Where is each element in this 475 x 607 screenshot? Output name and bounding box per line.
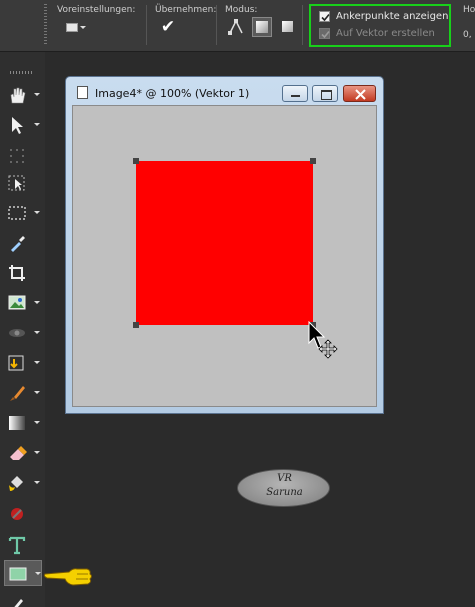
apply-label: Übernehmen:	[155, 5, 217, 15]
mode-fill-button[interactable]	[278, 17, 298, 37]
close-button[interactable]	[343, 85, 376, 102]
pick-tool[interactable]	[4, 112, 42, 138]
watermark-logo: VR Saruna	[237, 469, 330, 507]
red-eye-tool[interactable]	[4, 320, 42, 346]
preset-swatch-icon	[66, 23, 78, 32]
show-anchor-points-checkbox[interactable]	[319, 11, 330, 22]
move-cursor-icon	[318, 339, 338, 359]
divider	[216, 5, 217, 45]
mode-edit-icon[interactable]	[226, 17, 246, 37]
red-rectangle-shape[interactable]	[136, 161, 313, 325]
retouch-icon	[11, 508, 23, 520]
anchor-handle-top-right[interactable]	[310, 158, 316, 164]
minimize-button[interactable]	[282, 85, 308, 102]
image-tool[interactable]	[4, 290, 42, 316]
object-select-tool[interactable]	[4, 170, 42, 196]
clone-brush-icon	[8, 355, 24, 371]
retouch-tool[interactable]	[4, 500, 42, 526]
divider	[146, 5, 147, 45]
rectangle-shape-icon	[9, 567, 27, 581]
chevron-down-icon	[34, 391, 40, 394]
window-title: Image4* @ 100% (Vektor 1)	[95, 87, 250, 100]
chevron-down-icon	[80, 26, 86, 29]
tool-options-bar: Voreinstellungen: Übernehmen: ✔ Modus: A…	[0, 0, 475, 52]
fill-tool[interactable]	[4, 470, 42, 496]
fill-icon	[9, 476, 23, 491]
create-on-vector-label: Auf Vektor erstellen	[336, 28, 435, 39]
gradient-icon	[9, 416, 25, 430]
pick-arrow-icon	[12, 117, 23, 134]
paint-brush-tool[interactable]	[4, 380, 42, 406]
chevron-down-icon	[34, 301, 40, 304]
watermark-line1: VR	[277, 473, 292, 484]
clone-brush-tool[interactable]	[4, 350, 42, 376]
dropper-tool[interactable]	[4, 230, 42, 256]
mode-draw-button[interactable]	[252, 17, 272, 37]
show-anchor-points-option[interactable]: Ankerpunkte anzeigen	[319, 11, 448, 22]
apply-check-button[interactable]: ✔	[157, 16, 179, 38]
image-document-window[interactable]: Image4* @ 100% (Vektor 1)	[65, 76, 384, 414]
checkmark-icon: ✔	[160, 17, 176, 37]
selection-tool[interactable]	[4, 200, 42, 226]
image-icon	[8, 295, 26, 310]
pen-icon	[14, 599, 23, 607]
create-on-vector-option: Auf Vektor erstellen	[319, 28, 435, 39]
document-icon	[77, 86, 88, 99]
presets-label: Voreinstellungen:	[57, 5, 136, 15]
dropper-icon	[11, 236, 25, 252]
mode-label: Modus:	[225, 5, 258, 15]
pan-tool[interactable]	[4, 82, 42, 108]
watermark-line2: Saruna	[266, 487, 303, 498]
palette-grip[interactable]	[10, 71, 32, 74]
chevron-down-icon	[35, 572, 41, 575]
object-select-icon	[8, 175, 25, 191]
cut-label: Ho	[463, 5, 475, 15]
chevron-down-icon	[34, 93, 40, 96]
text-icon	[8, 536, 26, 555]
chevron-down-icon	[34, 331, 40, 334]
text-tool[interactable]	[4, 532, 42, 558]
divider	[302, 5, 303, 45]
chevron-down-icon	[34, 361, 40, 364]
chevron-down-icon	[34, 421, 40, 424]
toolbar-grip[interactable]	[44, 4, 47, 44]
rectangle-shape-tool[interactable]	[4, 560, 42, 586]
paint-brush-icon	[10, 386, 25, 401]
chevron-down-icon	[34, 451, 40, 454]
anchor-handle-top-left[interactable]	[133, 158, 139, 164]
cut-value[interactable]: 0,	[463, 30, 472, 40]
close-icon	[355, 89, 366, 100]
image-canvas[interactable]	[72, 105, 377, 407]
presets-dropdown[interactable]	[64, 20, 86, 36]
eye-icon	[9, 329, 25, 337]
pan-hand-icon	[10, 87, 26, 104]
eraser-tool[interactable]	[4, 440, 42, 466]
chevron-down-icon	[34, 211, 40, 214]
tools-palette	[0, 52, 45, 607]
selection-rect-icon	[8, 206, 26, 220]
chevron-down-icon	[34, 481, 40, 484]
chevron-down-icon	[34, 123, 40, 126]
anchor-options-highlight: Ankerpunkte anzeigen Auf Vektor erstelle…	[309, 4, 451, 47]
eraser-icon	[10, 446, 27, 460]
crop-icon	[9, 265, 25, 281]
show-anchor-points-label: Ankerpunkte anzeigen	[336, 11, 449, 22]
maximize-button[interactable]	[312, 85, 338, 102]
dotted-select-icon	[10, 149, 24, 163]
create-on-vector-checkbox	[319, 28, 330, 39]
dotted-select-tool[interactable]	[4, 142, 42, 168]
gradient-tool[interactable]	[4, 410, 42, 436]
pointing-hand-icon	[43, 568, 92, 586]
crop-tool[interactable]	[4, 260, 42, 286]
anchor-handle-bottom-left[interactable]	[133, 322, 139, 328]
pen-tool[interactable]	[4, 590, 42, 607]
